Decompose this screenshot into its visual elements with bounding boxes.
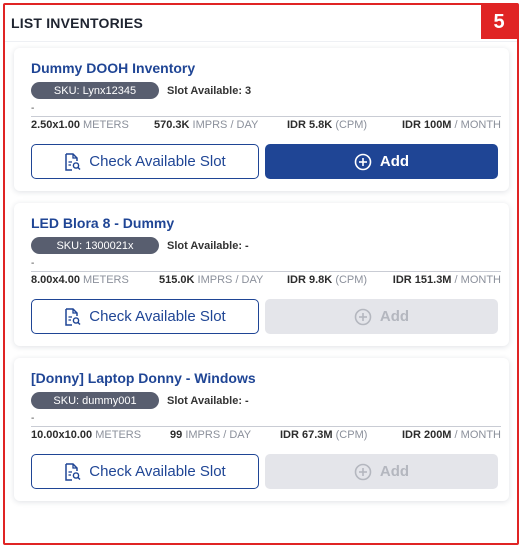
- stat-imprs-value: 570.3K: [154, 119, 190, 131]
- add-button[interactable]: Add: [265, 144, 498, 179]
- inventory-stats: 10.00x10.00 METERS 99 IMPRS / DAY IDR 67…: [31, 429, 501, 443]
- document-search-icon: [65, 462, 81, 481]
- add-label: Add: [379, 308, 410, 325]
- divider: [31, 426, 501, 427]
- divider: [31, 271, 501, 272]
- stat-impressions: 515.0K IMPRS / DAY: [159, 274, 263, 286]
- sku-badge: SKU: dummy001: [31, 392, 159, 409]
- description-placeholder: -: [31, 413, 35, 424]
- check-available-slot-button[interactable]: Check Available Slot: [31, 454, 259, 489]
- step-badge: 5: [481, 5, 517, 39]
- plus-circle-icon: [354, 153, 372, 170]
- add-button[interactable]: Add: [265, 299, 498, 334]
- stat-cpm: IDR 5.8K (CPM): [287, 119, 367, 131]
- inventory-card: [Donny] Laptop Donny - Windows SKU: dumm…: [14, 358, 509, 501]
- stat-imprs-unit: IMPRS / DAY: [185, 429, 252, 441]
- inventory-card: Dummy DOOH Inventory SKU: Lynx12345 Slot…: [14, 48, 509, 191]
- panel-divider: [5, 41, 517, 42]
- plus-circle-icon: [354, 308, 372, 325]
- inventory-title[interactable]: LED Blora 8 - Dummy: [31, 215, 174, 231]
- slot-available: Slot Available: -: [167, 394, 249, 407]
- panel-title: LIST INVENTORIES: [11, 15, 144, 31]
- slot-available: Slot Available: 3: [167, 84, 252, 97]
- check-available-slot-button[interactable]: Check Available Slot: [31, 144, 259, 179]
- stat-monthly: IDR 151.3M / MONTH: [393, 274, 501, 286]
- plus-circle-icon: [354, 463, 372, 480]
- stat-size: 10.00x10.00 METERS: [31, 429, 141, 441]
- check-available-slot-label: Check Available Slot: [89, 463, 226, 480]
- stat-size-unit: METERS: [83, 119, 129, 131]
- inventory-stats: 2.50x1.00 METERS 570.3K IMPRS / DAY IDR …: [31, 119, 501, 133]
- stat-size-value: 8.00x4.00: [31, 274, 80, 286]
- inventory-card: LED Blora 8 - Dummy SKU: 1300021x Slot A…: [14, 203, 509, 346]
- add-label: Add: [379, 463, 410, 480]
- description-placeholder: -: [31, 258, 35, 269]
- stat-size-unit: METERS: [95, 429, 142, 441]
- stat-size: 8.00x4.00 METERS: [31, 274, 129, 286]
- stat-monthly: IDR 100M / MONTH: [402, 119, 501, 131]
- document-search-icon: [65, 152, 81, 171]
- stat-month-unit: / MONTH: [454, 119, 501, 131]
- stat-month-unit: / MONTH: [454, 429, 501, 441]
- sku-badge: SKU: 1300021x: [31, 237, 159, 254]
- sku-row: SKU: Lynx12345 Slot Available: 3: [31, 82, 251, 99]
- check-available-slot-label: Check Available Slot: [89, 308, 226, 325]
- divider: [31, 116, 501, 117]
- add-button[interactable]: Add: [265, 454, 498, 489]
- stat-imprs-value: 99: [170, 429, 183, 441]
- check-available-slot-label: Check Available Slot: [89, 153, 226, 170]
- stat-cpm: IDR 67.3M (CPM): [280, 429, 367, 441]
- stat-cpm-unit: (CPM): [335, 119, 368, 131]
- stat-cpm-unit: (CPM): [335, 429, 368, 441]
- check-available-slot-button[interactable]: Check Available Slot: [31, 299, 259, 334]
- inventory-title[interactable]: Dummy DOOH Inventory: [31, 60, 195, 76]
- stat-cpm-value: IDR 67.3M: [280, 429, 333, 441]
- stat-size-unit: METERS: [83, 274, 129, 286]
- add-label: Add: [379, 153, 410, 170]
- stat-impressions: 99 IMPRS / DAY: [170, 429, 251, 441]
- stat-month-value: IDR 200M: [401, 429, 452, 441]
- stat-month-value: IDR 151.3M: [392, 274, 452, 286]
- sku-row: SKU: dummy001 Slot Available: -: [31, 392, 249, 409]
- stat-imprs-unit: IMPRS / DAY: [192, 119, 259, 131]
- stat-size: 2.50x1.00 METERS: [31, 119, 129, 131]
- stat-imprs-unit: IMPRS / DAY: [197, 274, 264, 286]
- stat-cpm-unit: (CPM): [335, 274, 368, 286]
- stat-cpm-value: IDR 5.8K: [287, 119, 333, 131]
- stat-size-value: 2.50x1.00: [31, 119, 80, 131]
- stat-imprs-value: 515.0K: [159, 274, 195, 286]
- sku-badge: SKU: Lynx12345: [31, 82, 159, 99]
- stat-cpm: IDR 9.8K (CPM): [287, 274, 367, 286]
- inventory-title[interactable]: [Donny] Laptop Donny - Windows: [31, 370, 256, 386]
- description-placeholder: -: [31, 103, 35, 114]
- sku-row: SKU: 1300021x Slot Available: -: [31, 237, 249, 254]
- document-search-icon: [65, 307, 81, 326]
- stat-impressions: 570.3K IMPRS / DAY: [154, 119, 258, 131]
- stat-size-value: 10.00x10.00: [31, 429, 93, 441]
- inventory-stats: 8.00x4.00 METERS 515.0K IMPRS / DAY IDR …: [31, 274, 501, 288]
- stat-month-unit: / MONTH: [454, 274, 501, 286]
- stat-monthly: IDR 200M / MONTH: [402, 429, 501, 441]
- stat-month-value: IDR 100M: [401, 119, 452, 131]
- list-inventories-panel: LIST INVENTORIES 5 Dummy DOOH Inventory …: [3, 3, 519, 545]
- stat-cpm-value: IDR 9.8K: [287, 274, 333, 286]
- slot-available: Slot Available: -: [167, 239, 249, 252]
